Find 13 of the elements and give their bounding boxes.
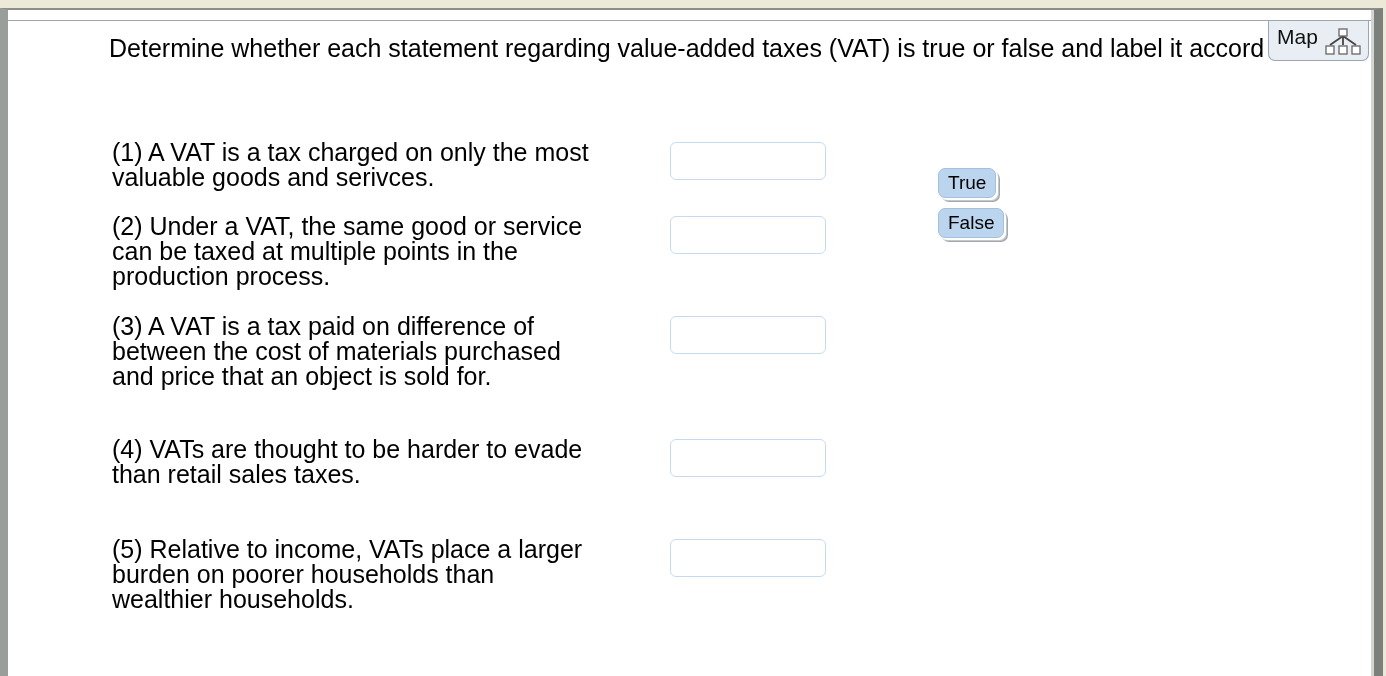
statement-text: (1) A VAT is a tax charged on only the most valuable goods and serivces. [112,140,590,193]
answer-box[interactable] [670,439,826,477]
answer-box[interactable] [670,539,826,577]
statement-text: (5) Relative to income, VATs place a larger burden on poorer households than wealthier households. [112,537,584,612]
statement-text: (3) A VAT is a tax paid on difference of between the cost of materials purchased and price that an object is sold for. [112,314,562,392]
instruction-text: Determine whether each statement regarding value-added taxes (VAT) is true or false and label it accord [109,36,1265,61]
answer-box[interactable] [670,216,826,254]
sitemap-icon [1323,28,1362,56]
statement-text: (4) VATs are thought to be harder to evade than retail sales taxes. [112,437,584,490]
answer-box[interactable] [670,316,826,354]
map-button[interactable]: Map [1268,21,1369,61]
answer-box[interactable] [670,142,826,180]
statement-text: (2) Under a VAT, the same good or service can be taxed at multiple points in the production process. [112,214,584,292]
